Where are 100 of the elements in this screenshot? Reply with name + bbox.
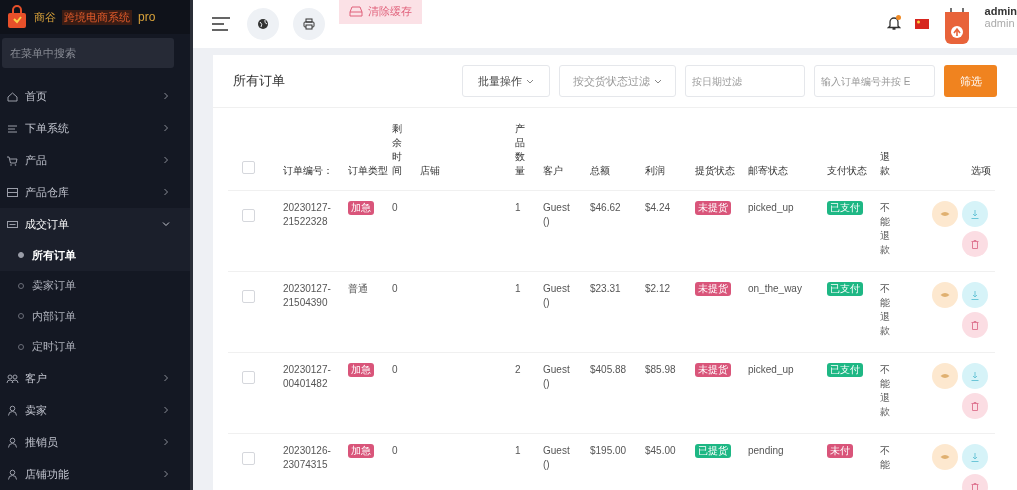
quantity: 1 <box>515 201 522 215</box>
download-icon <box>971 290 979 300</box>
users-icon <box>6 371 19 385</box>
trash-icon <box>971 401 979 411</box>
row-checkbox[interactable] <box>242 290 255 303</box>
brand-edition: pro <box>138 10 156 24</box>
quantity: 1 <box>515 444 522 458</box>
home-icon <box>6 89 19 103</box>
remaining-time: 0 <box>392 444 399 458</box>
trash-icon <box>971 239 979 249</box>
profit: $45.00 <box>645 444 677 458</box>
row-checkbox[interactable] <box>242 209 255 222</box>
profit: $4.24 <box>645 201 672 215</box>
refund-status: 不能 <box>880 444 890 472</box>
shipping-status: picked_up <box>748 363 795 377</box>
menu-item[interactable]: 推销员 <box>0 426 190 458</box>
total-amount: $23.31 <box>590 282 622 296</box>
download-icon <box>971 452 979 462</box>
refund-status: 不能退款 <box>880 282 890 338</box>
view-button[interactable] <box>932 363 958 389</box>
delete-button[interactable] <box>962 393 988 419</box>
order-type-tag: 加急 <box>348 201 374 215</box>
download-button[interactable] <box>962 201 988 227</box>
archive-icon <box>6 185 19 199</box>
profit: $85.98 <box>645 363 677 377</box>
submenu-item[interactable]: 所有订单 <box>0 240 190 271</box>
total-amount: $195.00 <box>590 444 628 458</box>
column-header: 订单编号： <box>283 164 334 178</box>
download-icon <box>971 209 979 219</box>
card-title: 所有订单 <box>233 72 286 90</box>
order-number: 20230127-21504390 <box>283 282 332 310</box>
refund-status: 不能退款 <box>880 363 890 419</box>
bulk-action-dropdown[interactable]: 批量操作 <box>462 65 550 97</box>
chevron-icon <box>162 438 170 446</box>
pickup-status-tag: 未提货 <box>695 201 731 215</box>
view-button[interactable] <box>932 201 958 227</box>
order-type: 普通 <box>348 283 368 294</box>
eye-icon <box>940 373 950 379</box>
menu-item[interactable]: 首页 <box>0 80 190 112</box>
quantity: 2 <box>515 363 522 377</box>
chevron-icon <box>162 188 170 196</box>
select-all-checkbox[interactable] <box>242 161 255 174</box>
date-filter-field[interactable]: 按日期过滤 <box>685 65 805 97</box>
menu-item[interactable]: 卖家 <box>0 394 190 426</box>
submenu-item[interactable]: 内部订单 <box>0 301 190 332</box>
menu-item[interactable]: 产品 <box>0 144 190 176</box>
shipping-status: on_the_way <box>748 282 803 296</box>
remaining-time: 0 <box>392 363 399 377</box>
eye-icon <box>940 292 950 298</box>
print-button[interactable] <box>293 8 325 40</box>
delete-button[interactable] <box>962 312 988 338</box>
column-header: 提货状态 <box>695 164 736 178</box>
user-icon <box>6 403 19 417</box>
order-type-tag: 加急 <box>348 363 374 377</box>
user-icon <box>6 435 19 449</box>
bell-icon[interactable] <box>886 15 901 31</box>
globe-icon <box>257 18 269 30</box>
menu-item[interactable]: 下单系统 <box>0 112 190 144</box>
cart-icon <box>6 153 19 167</box>
view-button[interactable] <box>932 444 958 470</box>
menu-item[interactable]: 店铺功能 <box>0 458 190 490</box>
menu-item[interactable]: 客户 <box>0 362 190 394</box>
globe-button[interactable] <box>247 8 279 40</box>
order-number: 20230127-21522328 <box>283 201 332 229</box>
download-button[interactable] <box>962 444 988 470</box>
brand-subtitle: 跨境电商系统 <box>62 9 132 25</box>
order-search-field[interactable]: 输入订单编号并按 E <box>814 65 935 97</box>
download-button[interactable] <box>962 282 988 308</box>
column-header: 邮寄状态 <box>748 164 789 178</box>
column-header: 退款 <box>880 150 890 178</box>
order-type-tag: 加急 <box>348 444 374 458</box>
column-header: 支付状态 <box>827 164 868 178</box>
row-checkbox[interactable] <box>242 371 255 384</box>
menu-search-field[interactable]: 在菜单中搜索 <box>2 38 174 68</box>
view-button[interactable] <box>932 282 958 308</box>
delete-button[interactable] <box>962 231 988 257</box>
flag-icon[interactable] <box>914 19 929 29</box>
caret-icon <box>526 77 534 85</box>
download-button[interactable] <box>962 363 988 389</box>
row-checkbox[interactable] <box>242 452 255 465</box>
quantity: 1 <box>515 282 522 296</box>
menu-icon[interactable] <box>211 16 233 32</box>
eye-icon <box>940 454 950 460</box>
menu-item[interactable]: 成交订单 <box>0 208 190 240</box>
caret-icon <box>654 77 662 85</box>
printer-icon <box>303 18 315 30</box>
shipping-status: picked_up <box>748 201 795 215</box>
submenu-item[interactable]: 卖家订单 <box>0 270 190 301</box>
column-header: 利润 <box>645 164 666 178</box>
trash-icon <box>971 482 979 490</box>
payment-status-tag: 未付 <box>827 444 853 458</box>
submenu-item[interactable]: 定时订单 <box>0 331 190 362</box>
payment-status-tag: 已支付 <box>827 282 863 296</box>
trash-icon <box>971 320 979 330</box>
column-header: 店铺 <box>420 164 441 178</box>
menu-item[interactable]: 产品仓库 <box>0 176 190 208</box>
profit: $2.12 <box>645 282 672 296</box>
chevron-icon <box>162 156 170 164</box>
column-header: 产品数量 <box>515 122 525 178</box>
brand-name: 商谷 <box>34 9 56 25</box>
